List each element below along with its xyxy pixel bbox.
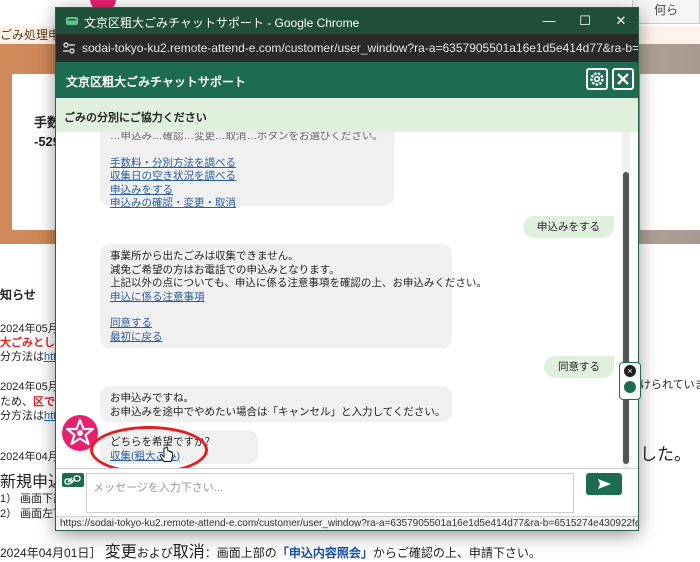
news-date: 2024年05月 <box>0 381 59 393</box>
news-link[interactable]: htt <box>44 410 56 422</box>
agree-link[interactable]: 同意する <box>110 317 442 331</box>
header-button[interactable]: 何ら <box>632 0 700 24</box>
message-list[interactable]: …申込み…確認…変更…取消…ボタンをお選びください。 手数料・分別方法を調べる … <box>56 132 638 468</box>
subheader-text: ごみの分別にご協力ください <box>64 112 207 124</box>
bot-message-line: お申込みを途中でやめたい場合は「キャンセル」と入力してください。 <box>110 405 446 418</box>
news-text: 分方法はhtt <box>0 348 56 364</box>
bot-message: …申込み…確認…変更…取消…ボタンをお選びください。 手数料・分別方法を調べる … <box>100 132 394 209</box>
chat-header: 文京区粗大ごみチャットサポート <box>56 62 638 98</box>
option-link-availability[interactable]: 収集日の空き状況を調べる <box>110 170 384 184</box>
news-text-label: 分方法は <box>0 351 44 363</box>
hero-card-right <box>640 74 700 230</box>
notice-link[interactable]: 申込に係る注意事項 <box>110 291 442 305</box>
close-chat-icon[interactable] <box>612 68 634 90</box>
note-mid: ：画面上部の <box>204 546 277 560</box>
bot-message-line: 上記以外の点についても、申込に係る注意事項を確認の上、お申込みください。 <box>110 277 487 289</box>
chat-favicon-icon <box>66 17 78 25</box>
bot-message-line: お申込みですね。 <box>110 392 194 404</box>
status-bar-url: https://sodai-tokyo-ku2.remote-attend-e.… <box>56 516 638 530</box>
option-link-apply[interactable]: 申込みをする <box>110 184 384 198</box>
highlight-circle <box>90 426 208 468</box>
hand-cursor-icon <box>159 446 173 462</box>
back-to-start-link[interactable]: 最初に戻る <box>110 331 442 345</box>
option-link-manage[interactable]: 申込みの確認・変更・取消 <box>110 197 384 211</box>
news-heading: 知らせ <box>0 288 36 302</box>
note-tail: からご確認の上、申請下さい。 <box>372 546 541 560</box>
change-cancel-note: 2024年04月01日］ 変更および取消：画面上部の「申込内容照会」からご確認の… <box>0 538 541 562</box>
address-bar[interactable]: sodai-tokyo-ku2.remote-attend-e.com/cust… <box>56 34 638 62</box>
news-text-label: 分方法は <box>0 410 44 422</box>
chat-popup-window: 文京区粗大ごみチャットサポート - Google Chrome — ☐ ✕ so… <box>56 8 638 530</box>
bot-message: お申込みですね。 お申込みを途中でやめたい場合は「キャンセル」と入力してください… <box>100 386 452 422</box>
note-cancel: 取消 <box>172 544 205 561</box>
new-application-heading: 新規申込 <box>0 474 65 491</box>
news-date: 2024年04月 <box>0 451 59 463</box>
news-text: 分方法はhtt <box>0 407 56 423</box>
user-message: 同意する <box>544 356 614 378</box>
send-icon <box>598 479 611 489</box>
inquiry-link[interactable]: 「申込内容照会」 <box>277 546 373 560</box>
note-and: および <box>136 546 173 560</box>
message-input[interactable]: メッセージを入力下さい... <box>86 473 574 513</box>
site-info-icon[interactable] <box>62 41 76 55</box>
minimize-icon[interactable]: — <box>538 10 560 32</box>
instruction-line: 2） 画面左下 <box>0 508 65 520</box>
note-change: 変更 <box>104 544 137 561</box>
option-link-fees[interactable]: 手数料・分別方法を調べる <box>110 157 384 171</box>
scrollbar-thumb[interactable] <box>623 172 629 464</box>
message-composer: メッセージを入力下さい... <box>56 468 638 517</box>
chat-link-icon[interactable] <box>62 473 84 487</box>
user-message: 申込みをする <box>523 216 614 238</box>
chat-title: 文京区粗大ごみチャットサポート <box>66 75 246 89</box>
widget-close-icon[interactable]: × <box>624 365 636 377</box>
window-titlebar[interactable]: 文京区粗大ごみチャットサポート - Google Chrome — ☐ ✕ <box>56 8 638 34</box>
window-title: 文京区粗大ごみチャットサポート - Google Chrome <box>84 16 360 30</box>
settings-gear-icon[interactable] <box>586 68 608 90</box>
chat-side-widget[interactable]: × <box>619 362 641 400</box>
news-text-right: けられていま <box>640 379 700 391</box>
maximize-icon[interactable]: ☐ <box>574 10 596 32</box>
close-window-icon[interactable]: ✕ <box>610 10 632 32</box>
bot-message-line: 減免ご希望の方はお電話での申込みとなります。 <box>110 263 340 276</box>
send-button[interactable] <box>586 473 622 495</box>
chat-subheader: ごみの分別にご協力ください <box>56 98 638 132</box>
widget-chat-icon[interactable] <box>624 381 636 393</box>
note-date: 2024年04月01日］ <box>0 546 102 560</box>
instruction-line: 1） 画面下部 <box>0 493 65 505</box>
bot-message: 事業所から出たごみは収集できません。 減免ご希望の方はお電話での申込みとなります… <box>100 244 487 348</box>
news-text-right: した。 <box>640 445 691 464</box>
bot-message-partial: …申込み…確認…変更…取消…ボタンをお選びください。 <box>110 132 383 142</box>
bot-message-line: 事業所から出たごみは収集できません。 <box>110 250 299 262</box>
news-link[interactable]: htt <box>44 351 56 363</box>
address-url: sodai-tokyo-ku2.remote-attend-e.com/cust… <box>82 41 638 55</box>
